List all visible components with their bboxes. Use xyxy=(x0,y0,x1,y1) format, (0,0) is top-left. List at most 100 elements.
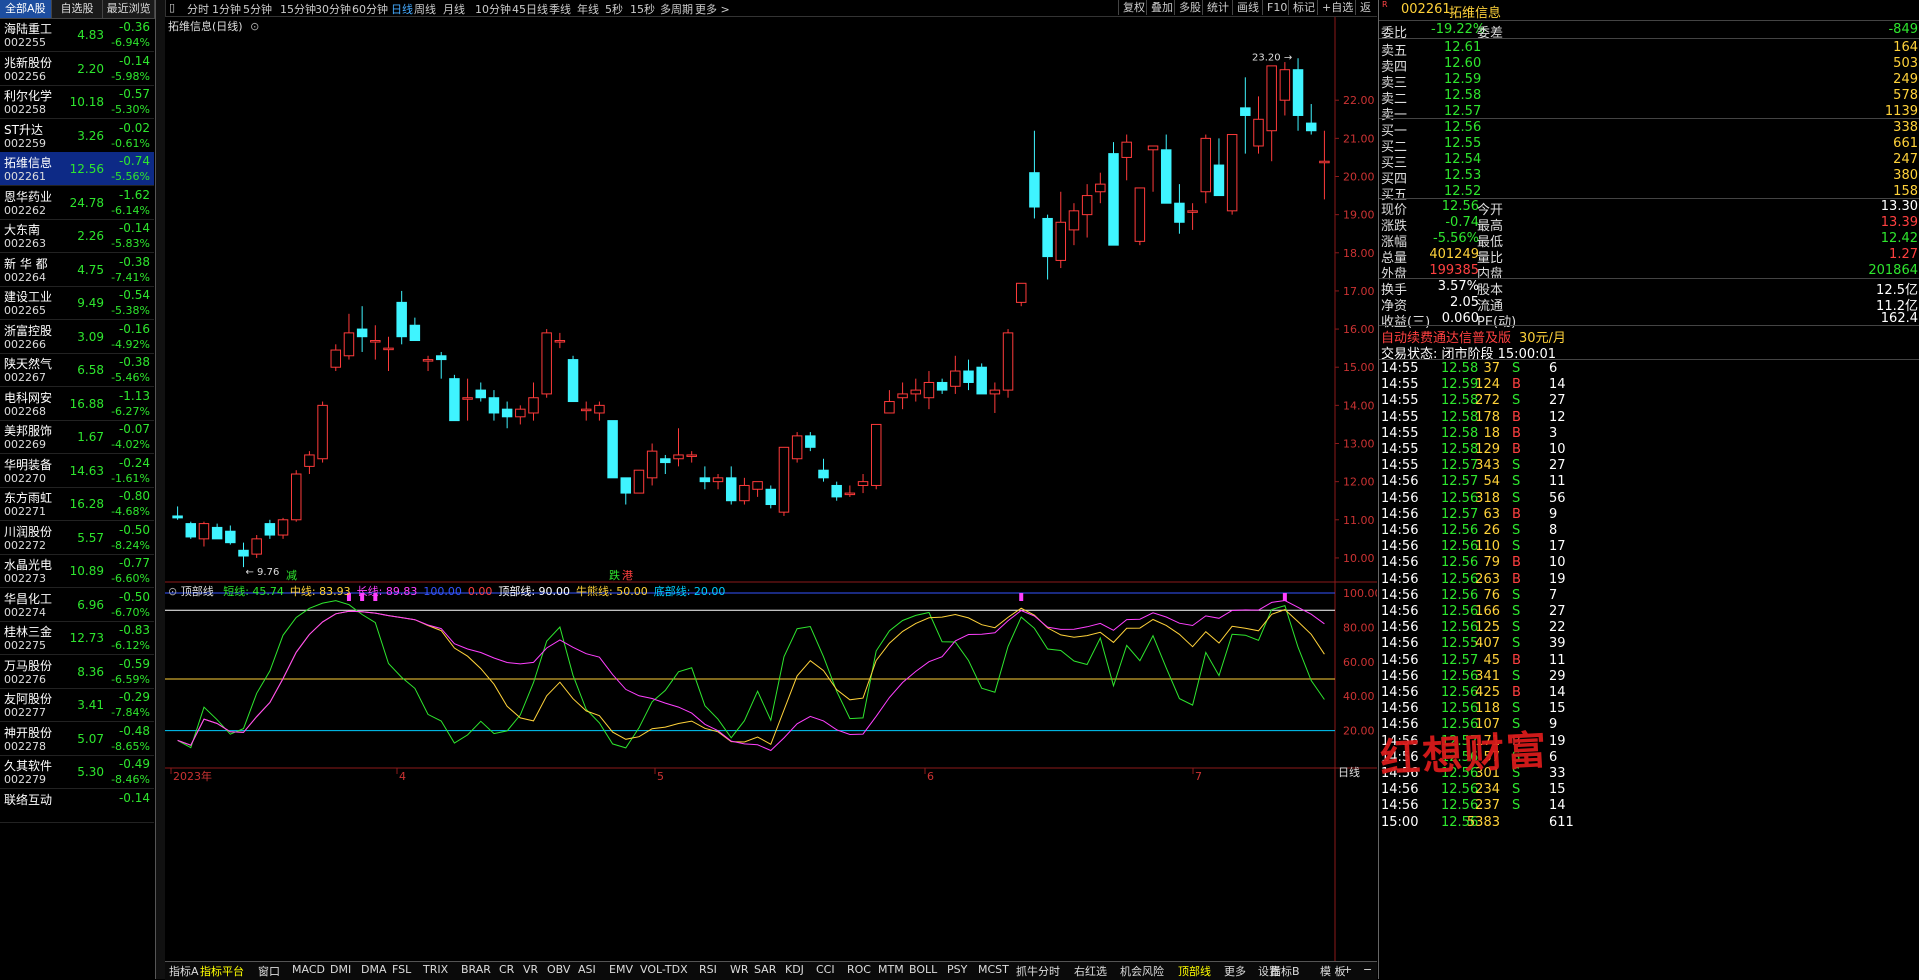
stock-row[interactable]: ST升达 002259 3.26 -0.02 -0.61% xyxy=(0,119,154,153)
indicator-tab[interactable]: FSL xyxy=(392,963,411,976)
indicator-tab[interactable]: EMV xyxy=(609,963,633,976)
legend-item: 牛熊线: 50.00 xyxy=(576,585,648,598)
indicator-tab[interactable]: 指标平台 xyxy=(200,963,244,979)
indicator-tab[interactable]: RSI xyxy=(699,963,717,976)
period-5-button[interactable]: 60分钟 xyxy=(352,1,388,17)
stock-row[interactable]: 万马股份 002276 8.36 -0.59 -6.59% xyxy=(0,655,154,689)
stock-row[interactable]: 兆新股份 002256 2.20 -0.14 -5.98% xyxy=(0,52,154,86)
period-3-button[interactable]: 15分钟 xyxy=(280,1,316,17)
toolbar-right-button[interactable]: 画线 xyxy=(1232,0,1263,15)
stock-row[interactable]: 桂林三金 002275 12.73 -0.83 -6.12% xyxy=(0,621,154,655)
period-1-button[interactable]: 1分钟 xyxy=(212,1,241,17)
stock-name: 兆新股份 xyxy=(4,55,53,70)
stock-row[interactable]: 友阿股份 002277 3.41 -0.29 -7.84% xyxy=(0,688,154,722)
tick-time: 14:55 xyxy=(1381,425,1419,441)
toggle-panel-icon[interactable]: ▯ xyxy=(169,1,175,14)
indicator-tab[interactable]: MTM xyxy=(878,963,904,976)
period-16-button[interactable]: 更多 > xyxy=(695,1,730,17)
stock-row[interactable]: 华昌化工 002274 6.96 -0.50 -6.70% xyxy=(0,588,154,622)
bottom-right-button[interactable]: + xyxy=(1343,963,1352,976)
stock-row[interactable]: 神开股份 002278 5.07 -0.48 -8.65% xyxy=(0,722,154,756)
stock-row[interactable]: 联络互动 -0.14 xyxy=(0,789,154,823)
stock-row[interactable]: 东方雨虹 002271 16.28 -0.80 -4.68% xyxy=(0,487,154,521)
indicator-tab[interactable]: BRAR xyxy=(461,963,491,976)
toolbar-right-button[interactable]: 多股 xyxy=(1174,0,1205,15)
y-tick-label: 14.00 xyxy=(1343,399,1375,412)
indicator-tab[interactable]: 窗口 xyxy=(258,963,280,979)
stock-row[interactable]: 美邦服饰 002269 1.67 -0.07 -4.02% xyxy=(0,420,154,454)
toolbar-right-button[interactable]: 叠加 xyxy=(1146,0,1177,15)
indicator-tab[interactable]: 机会风险 xyxy=(1120,963,1164,979)
stock-row[interactable]: 电科网安 002268 16.88 -1.13 -6.27% xyxy=(0,387,154,421)
indicator-tab[interactable]: OBV xyxy=(547,963,570,976)
period-12-button[interactable]: 年线 xyxy=(577,1,599,17)
period-14-button[interactable]: 15秒 xyxy=(630,1,655,17)
stock-row[interactable]: 华明装备 002270 14.63 -0.24 -1.61% xyxy=(0,454,154,488)
toolbar-right-button[interactable]: 标记 xyxy=(1288,0,1319,15)
indicator-tab[interactable]: MCST xyxy=(978,963,1009,976)
period-9-button[interactable]: 10分钟 xyxy=(475,1,511,17)
indicator-tab[interactable]: MACD xyxy=(292,963,325,976)
stock-row[interactable]: 水晶光电 002273 10.89 -0.77 -6.60% xyxy=(0,554,154,588)
period-2-button[interactable]: 5分钟 xyxy=(243,1,272,17)
indicator-tab[interactable]: DMA xyxy=(361,963,387,976)
tick-side: B xyxy=(1512,571,1521,587)
settings-icon[interactable]: ⊙ xyxy=(168,585,177,598)
period-0-button[interactable]: 分时 xyxy=(187,1,209,17)
period-8-button[interactable]: 月线 xyxy=(443,1,465,17)
period-11-button[interactable]: 季线 xyxy=(549,1,571,17)
indicator-tab[interactable]: CR xyxy=(499,963,514,976)
period-15-button[interactable]: 多周期 xyxy=(660,1,693,17)
toolbar-right-button[interactable]: F10 xyxy=(1262,0,1291,15)
indicator-tab[interactable]: 顶部线 xyxy=(1178,963,1211,979)
period-7-button[interactable]: 周线 xyxy=(414,1,436,17)
tick-side: S xyxy=(1512,636,1521,652)
candle-body xyxy=(897,393,908,399)
bottom-right-button[interactable]: 模 板 xyxy=(1320,963,1346,979)
tab-watchlist[interactable]: 自选股 xyxy=(52,0,104,18)
indicator-tab[interactable]: VR xyxy=(523,963,538,976)
toolbar-right-button[interactable]: +自选 xyxy=(1317,0,1357,15)
stock-row[interactable]: 川润股份 002272 5.57 -0.50 -8.24% xyxy=(0,521,154,555)
chevron-down-icon[interactable]: ⊙ xyxy=(250,20,259,33)
indicator-tab[interactable]: ROC xyxy=(847,963,871,976)
indicator-tab[interactable]: DMI xyxy=(330,963,351,976)
tick-count: 6 xyxy=(1549,749,1558,765)
toolbar-right-button[interactable]: 统计 xyxy=(1202,0,1233,15)
indicator-tab[interactable]: 指标A xyxy=(169,963,199,979)
tab-recent[interactable]: 最近浏览 xyxy=(103,0,156,18)
toolbar-right-button[interactable]: 复权 xyxy=(1118,0,1149,15)
tab-all-a-shares[interactable]: 全部A股 xyxy=(0,0,52,18)
period-13-button[interactable]: 5秒 xyxy=(605,1,623,17)
stock-row[interactable]: 利尔化学 002258 10.18 -0.57 -5.30% xyxy=(0,85,154,119)
bottom-right-button[interactable]: 指标B xyxy=(1270,963,1300,979)
indicator-tab[interactable]: 右红选 xyxy=(1074,963,1107,979)
indicator-tab[interactable]: SAR xyxy=(754,963,776,976)
period-6-button[interactable]: 日线 xyxy=(391,1,413,17)
stock-row[interactable]: 大东南 002263 2.26 -0.14 -5.83% xyxy=(0,219,154,253)
kline-chart[interactable]: 22.00 21.00 20.00 19.00 18.00 17.00 16.00 15.00… xyxy=(165,17,1377,961)
stock-row[interactable]: 拓维信息 002261 12.56 -0.74 -5.56% xyxy=(0,152,154,186)
indicator-tab[interactable]: BOLL xyxy=(909,963,937,976)
indicator-tab[interactable]: KDJ xyxy=(785,963,804,976)
indicator-tab[interactable]: ASI xyxy=(578,963,596,976)
stock-row[interactable]: 浙富控股 002266 3.09 -0.16 -4.92% xyxy=(0,320,154,354)
indicator-tab[interactable]: CCI xyxy=(816,963,835,976)
period-4-button[interactable]: 30分钟 xyxy=(315,1,351,17)
stock-row[interactable]: 恩华药业 002262 24.78 -1.62 -6.14% xyxy=(0,186,154,220)
indicator-tab[interactable]: TRIX xyxy=(423,963,448,976)
stock-change: -0.57 xyxy=(118,87,150,101)
stock-row[interactable]: 海陆重工 002255 4.83 -0.36 -6.94% xyxy=(0,18,154,52)
indicator-tab[interactable]: PSY xyxy=(947,963,967,976)
indicator-tab[interactable]: 抓牛分时 xyxy=(1016,963,1060,979)
stock-row[interactable]: 建设工业 002265 9.49 -0.54 -5.38% xyxy=(0,286,154,320)
indicator-tab[interactable]: 更多 xyxy=(1224,963,1246,979)
stock-row[interactable]: 新 华 都 002264 4.75 -0.38 -7.41% xyxy=(0,253,154,287)
stock-row[interactable]: 陕天然气 002267 6.58 -0.38 -5.46% xyxy=(0,353,154,387)
indicator-tab[interactable]: VOL-TDX xyxy=(640,963,688,976)
bottom-right-button[interactable]: − xyxy=(1363,963,1372,976)
stock-row[interactable]: 久其软件 002279 5.30 -0.49 -8.46% xyxy=(0,755,154,789)
indicator-tab[interactable]: WR xyxy=(730,963,749,976)
period-10-button[interactable]: 45日线 xyxy=(512,1,548,17)
toolbar-right-button[interactable]: 返回 xyxy=(1355,0,1377,29)
